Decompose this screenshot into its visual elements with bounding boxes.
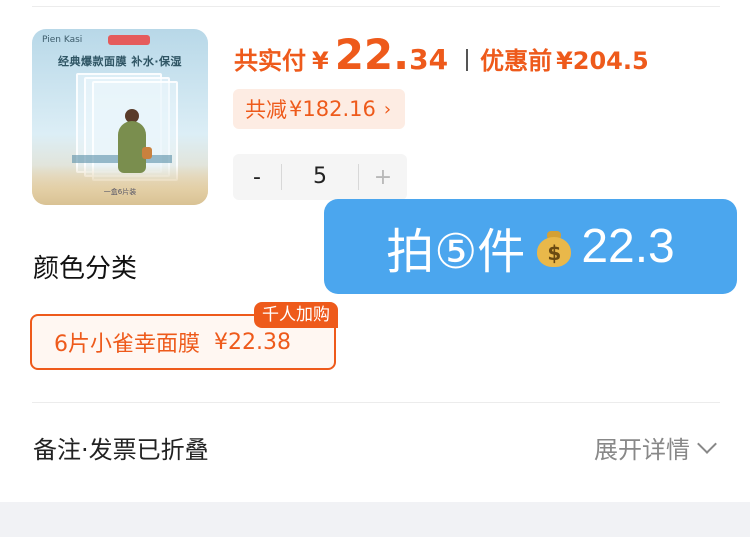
chevron-right-icon: › (383, 98, 392, 120)
expand-details-label: 展开详情 (594, 436, 690, 464)
option-price: ¥22.38 (214, 329, 291, 355)
paid-price-decimal: 34 (409, 43, 449, 76)
quantity-value[interactable]: 5 (281, 164, 359, 190)
money-bag-dollar: $ (547, 240, 562, 265)
quantity-stepper[interactable]: - 5 + (233, 154, 407, 200)
image-badge (108, 35, 150, 45)
option-name: 6片小雀幸面膜 (54, 332, 200, 357)
image-caption: 经典爆款面膜 补水·保湿 (57, 55, 182, 68)
paid-label: 共实付 (234, 47, 306, 75)
color-category-title: 颜色分类 (33, 254, 138, 284)
money-bag-icon: $ (535, 227, 573, 267)
price-separator (466, 49, 469, 71)
expand-details-button[interactable]: 展开详情 (594, 430, 717, 465)
price-row: 共实付 ¥ 22. 34 优惠前 ¥204.5 (234, 30, 649, 90)
section-divider (32, 402, 720, 403)
image-footer: 一盒6片装 (103, 188, 137, 196)
top-divider (32, 6, 720, 7)
discount-label: 共减 (245, 98, 287, 122)
original-price-value: ¥204.5 (556, 47, 649, 75)
paid-price-integer: 22. (334, 30, 410, 79)
color-option-wrapper: 6片小雀幸面膜 ¥22.38 千人加购 (30, 302, 338, 370)
remarks-invoice-label: 备注·发票已折叠 (33, 436, 209, 464)
original-price-label: 优惠前 (480, 47, 553, 75)
discount-amount: ¥182.16 (289, 97, 376, 121)
chevron-down-icon (697, 433, 717, 454)
promo-overlay-amount: 22.3 (581, 220, 675, 273)
popular-tag: 千人加购 (254, 302, 338, 328)
decrease-quantity-button[interactable]: - (233, 165, 281, 190)
currency-symbol: ¥ (312, 47, 329, 75)
promo-overlay-text: 拍⑤件 (386, 223, 526, 280)
promo-overlay-banner: 拍⑤件 $ 22.3 (324, 199, 737, 294)
discount-detail-button[interactable]: 共减 ¥182.16 › (233, 89, 406, 129)
increase-quantity-button[interactable]: + (359, 165, 407, 190)
checkout-sku-panel: Pien Kasi 经典爆款面膜 补水·保湿 一盒6片装 共实付 ¥ 22. 3… (0, 0, 750, 537)
bottom-band (0, 502, 750, 537)
image-brand: Pien Kasi (42, 35, 83, 45)
image-figure-bag (142, 147, 152, 159)
product-image[interactable]: Pien Kasi 经典爆款面膜 补水·保湿 一盒6片装 (32, 29, 208, 205)
